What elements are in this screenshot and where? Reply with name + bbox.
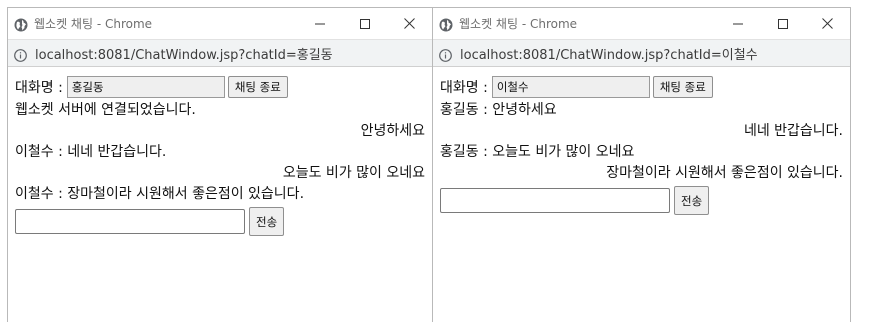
chat-window-hong: 웹소켓 채팅 - Chrome localhost:8081/ChatWindo… [7, 7, 433, 322]
chat-message: 홍길동 : 안녕하세요 [440, 102, 557, 118]
maximize-button[interactable] [760, 8, 805, 39]
url-text[interactable]: localhost:8081/ChatWindow.jsp?chatId=이철수 [460, 44, 758, 63]
name-label: 대화명 : [440, 80, 488, 96]
send-button[interactable]: 전송 [674, 186, 710, 215]
minimize-icon [314, 23, 325, 24]
maximize-icon [777, 18, 788, 29]
window-title: 웹소켓 채팅 - Chrome [459, 17, 578, 31]
info-icon[interactable] [439, 47, 452, 62]
message-list: 웹소켓 서버에 연결되었습니다. 안녕하세요 이철수 : 네네 반갑습니다. 오… [15, 100, 425, 205]
message-input[interactable] [15, 209, 245, 234]
close-button[interactable] [387, 8, 432, 39]
end-chat-button[interactable]: 채팅 종료 [227, 76, 288, 98]
chat-window-lee: 웹소켓 채팅 - Chrome localhost:8081/ChatWindo… [432, 7, 851, 322]
nickname-field[interactable] [66, 76, 225, 98]
message-list: 홍길동 : 안녕하세요 네네 반갑습니다. 홍길동 : 오늘도 비가 많이 오네… [440, 100, 843, 184]
end-chat-button[interactable]: 채팅 종료 [652, 76, 713, 98]
chat-content: 대화명 : 채팅 종료 웹소켓 서버에 연결되었습니다. 안녕하세요 이철수 :… [8, 67, 432, 236]
address-bar[interactable]: localhost:8081/ChatWindow.jsp?chatId=이철수 [433, 39, 850, 67]
send-button[interactable]: 전송 [249, 207, 285, 236]
maximize-icon [359, 18, 370, 29]
nickname-field[interactable] [491, 76, 650, 98]
title-bar[interactable]: 웹소켓 채팅 - Chrome [8, 8, 432, 39]
chat-content: 대화명 : 채팅 종료 홍길동 : 안녕하세요 네네 반갑습니다. 홍길동 : … [433, 67, 850, 215]
desktop: 웹소켓 채팅 - Chrome localhost:8081/ChatWindo… [0, 0, 870, 322]
chat-message: 이철수 : 네네 반갑습니다. [15, 144, 167, 160]
close-icon [822, 18, 833, 29]
chat-message: 웹소켓 서버에 연결되었습니다. [15, 102, 196, 118]
info-icon[interactable] [14, 47, 27, 62]
window-title: 웹소켓 채팅 - Chrome [34, 17, 153, 31]
chat-message: 장마철이라 시원해서 좋은점이 있습니다. [606, 165, 843, 181]
chat-message: 오늘도 비가 많이 오네요 [282, 165, 425, 181]
chat-message: 네네 반갑습니다. [743, 123, 843, 139]
minimize-button[interactable] [297, 8, 342, 39]
chat-message: 홍길동 : 오늘도 비가 많이 오네요 [440, 144, 635, 160]
chat-message: 이철수 : 장마철이라 시원해서 좋은점이 있습니다. [15, 186, 305, 202]
globe-icon [14, 17, 28, 31]
close-icon [404, 18, 415, 29]
globe-icon [439, 17, 453, 31]
name-label: 대화명 : [15, 80, 63, 96]
address-bar[interactable]: localhost:8081/ChatWindow.jsp?chatId=홍길동 [8, 39, 432, 67]
minimize-icon [732, 23, 743, 24]
chat-message: 안녕하세요 [360, 123, 425, 139]
maximize-button[interactable] [342, 8, 387, 39]
message-input[interactable] [440, 188, 670, 213]
title-bar[interactable]: 웹소켓 채팅 - Chrome [433, 8, 850, 39]
url-text[interactable]: localhost:8081/ChatWindow.jsp?chatId=홍길동 [35, 44, 333, 63]
close-button[interactable] [805, 8, 850, 39]
minimize-button[interactable] [715, 8, 760, 39]
